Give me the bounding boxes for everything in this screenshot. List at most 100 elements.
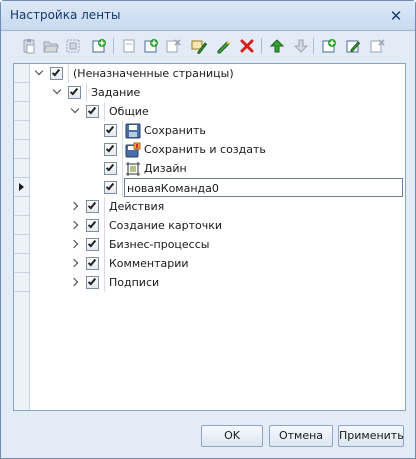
node-cell[interactable]: Дизайн: [122, 159, 405, 178]
tree-row[interactable]: Сохранить: [14, 121, 405, 140]
close-icon[interactable]: ✕: [387, 7, 405, 25]
node-label: Действия: [109, 200, 165, 213]
node-cell[interactable]: Комментарии: [104, 254, 405, 273]
expand-chevron-right-icon[interactable]: [69, 258, 80, 268]
tree-row[interactable]: Бизнес-процессы: [14, 235, 405, 254]
checkmark-icon: [105, 124, 115, 134]
node-name-editor[interactable]: новаяКоманда0: [124, 178, 403, 197]
visibility-checkbox[interactable]: [104, 124, 117, 137]
node-cell[interactable]: Общие: [104, 102, 405, 121]
node-label: Дизайн: [144, 162, 187, 175]
tree-row[interactable]: (Неназначенные страницы): [14, 64, 405, 83]
expand-chevron-right-icon[interactable]: [69, 201, 80, 211]
row-indicator[interactable]: [14, 178, 30, 197]
row-indicator[interactable]: [14, 140, 30, 159]
row-indicator[interactable]: [14, 102, 30, 121]
expand-chevron-right-icon[interactable]: [69, 277, 80, 287]
visibility-checkbox[interactable]: [86, 219, 99, 232]
collapse-chevron-down-icon[interactable]: [52, 85, 62, 97]
save-icon: [125, 123, 141, 139]
node-label: Комментарии: [109, 257, 189, 270]
cancel-button[interactable]: Отмена: [269, 425, 333, 447]
apply-button[interactable]: Применить: [338, 425, 404, 447]
add-command-icon[interactable]: [319, 36, 339, 56]
row-indicator[interactable]: [14, 121, 30, 140]
node-cell[interactable]: (Неназначенные страницы): [68, 64, 405, 83]
remove-command-icon[interactable]: [367, 36, 387, 56]
checkmark-icon: [87, 238, 97, 248]
checkmark-icon: [105, 181, 115, 191]
row-indicator[interactable]: [14, 216, 30, 235]
node-cell[interactable]: Действия: [104, 197, 405, 216]
node-label: новаяКоманда0: [127, 182, 219, 195]
visibility-checkbox[interactable]: [86, 257, 99, 270]
checkmark-icon: [69, 86, 79, 96]
checkmark-icon: [105, 143, 115, 153]
checkmark-icon: [105, 162, 115, 172]
visibility-checkbox[interactable]: [104, 143, 117, 156]
toolbar-separator: [261, 38, 262, 54]
visibility-checkbox[interactable]: [86, 238, 99, 251]
row-indicator[interactable]: [14, 273, 30, 292]
grid-select-icon[interactable]: [63, 36, 83, 56]
ribbon-tree[interactable]: (Неназначенные страницы) Задание Общие Сохр…: [13, 63, 406, 411]
node-cell[interactable]: Сохранить: [122, 121, 405, 140]
expand-chevron-right-icon[interactable]: [69, 239, 80, 249]
tree-row[interactable]: Задание: [14, 83, 405, 102]
visibility-checkbox[interactable]: [86, 276, 99, 289]
ok-button[interactable]: OK: [201, 425, 263, 447]
new-page-icon[interactable]: [119, 36, 139, 56]
node-label: Создание карточки: [109, 219, 223, 232]
tree-row[interactable]: Подписи: [14, 273, 405, 292]
node-cell[interactable]: Бизнес-процессы: [104, 235, 405, 254]
row-indicator[interactable]: [14, 197, 30, 216]
node-label: Подписи: [109, 276, 160, 289]
expand-chevron-right-icon[interactable]: [69, 220, 80, 230]
tree-row[interactable]: Сохранить и создать: [14, 140, 405, 159]
visibility-checkbox[interactable]: [86, 105, 99, 118]
row-indicator[interactable]: [14, 254, 30, 273]
node-cell[interactable]: Создание карточки: [104, 216, 405, 235]
collapse-chevron-down-icon[interactable]: [34, 66, 44, 78]
node-label: Сохранить: [144, 124, 206, 137]
visibility-checkbox[interactable]: [104, 181, 117, 194]
node-label: Бизнес-процессы: [109, 238, 210, 251]
tree-row[interactable]: Действия: [14, 197, 405, 216]
paste-icon[interactable]: [19, 36, 39, 56]
row-indicator[interactable]: [14, 235, 30, 254]
visibility-checkbox[interactable]: [104, 162, 117, 175]
move-up-icon[interactable]: [267, 36, 287, 56]
node-cell[interactable]: Подписи: [104, 273, 405, 292]
node-cell[interactable]: Сохранить и создать: [122, 140, 405, 159]
toolbar-separator: [113, 38, 114, 54]
checkmark-icon: [87, 257, 97, 267]
row-indicator[interactable]: [14, 64, 30, 83]
tree-row[interactable]: Комментарии: [14, 254, 405, 273]
visibility-checkbox[interactable]: [86, 200, 99, 213]
rename-icon[interactable]: [189, 36, 209, 56]
add-page-icon[interactable]: [141, 36, 161, 56]
visibility-checkbox[interactable]: [68, 86, 81, 99]
node-cell[interactable]: новаяКоманда0: [122, 178, 405, 197]
title-bar[interactable]: Настройка ленты ✕: [1, 1, 415, 31]
edit-pencil-icon[interactable]: [213, 36, 233, 56]
row-indicator[interactable]: [14, 83, 30, 102]
row-indicator[interactable]: [14, 159, 30, 178]
collapse-chevron-down-icon[interactable]: [70, 104, 80, 116]
folder-open-icon[interactable]: [41, 36, 61, 56]
node-label: Общие: [109, 105, 149, 118]
toolbar-separator: [313, 38, 314, 54]
visibility-checkbox[interactable]: [50, 67, 63, 80]
move-down-icon[interactable]: [291, 36, 311, 56]
current-row-arrow-icon: [19, 183, 24, 191]
dialog-title: Настройка ленты: [10, 8, 121, 22]
delete-icon[interactable]: [237, 36, 257, 56]
node-cell[interactable]: Задание: [86, 83, 405, 102]
tree-row[interactable]: Дизайн: [14, 159, 405, 178]
tree-row[interactable]: новаяКоманда0: [14, 178, 405, 197]
remove-page-icon[interactable]: [163, 36, 183, 56]
edit-command-icon[interactable]: [343, 36, 363, 56]
add-group-icon[interactable]: [89, 36, 109, 56]
tree-row[interactable]: Создание карточки: [14, 216, 405, 235]
tree-row[interactable]: Общие: [14, 102, 405, 121]
